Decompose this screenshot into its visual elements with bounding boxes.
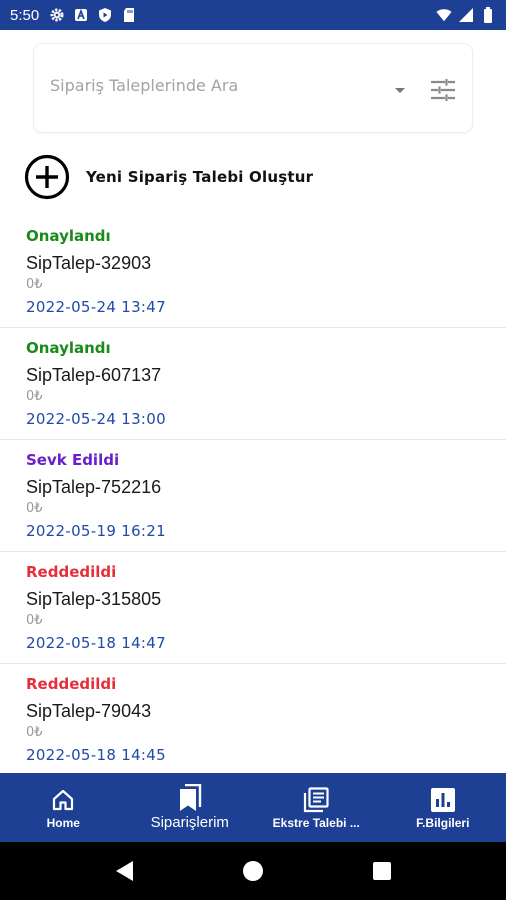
list-item[interactable]: Reddedildi SipTalep-79043 0₺ 2022-05-18 … — [0, 664, 506, 776]
system-navigation-bar — [0, 842, 506, 900]
search-card — [34, 44, 472, 132]
order-date: 2022-05-19 16:21 — [26, 522, 166, 540]
nav-item-company-info[interactable]: F.Bilgileri — [380, 773, 506, 842]
bottom-navigation: Home Siparişlerim Ekstre Talebi ... F.Bi… — [0, 773, 506, 842]
filter-sliders-icon[interactable] — [430, 77, 456, 103]
order-name: SipTalep-607137 — [26, 365, 162, 385]
order-date: 2022-05-18 14:45 — [26, 746, 166, 764]
order-status: Onaylandı — [26, 227, 111, 245]
recents-square-icon[interactable] — [367, 856, 397, 886]
back-icon[interactable] — [109, 856, 139, 886]
shield-play-icon — [97, 7, 113, 23]
signal-icon — [458, 7, 474, 23]
list-item[interactable]: Reddedildi SipTalep-315805 0₺ 2022-05-18… — [0, 552, 506, 664]
sd-card-icon — [121, 7, 137, 23]
order-name: SipTalep-79043 — [26, 701, 152, 721]
order-date: 2022-05-24 13:47 — [26, 298, 166, 316]
status-time: 5:50 — [10, 6, 40, 24]
order-amount: 0₺ — [26, 725, 43, 740]
new-order-request-label: Yeni Sipariş Talebi Oluştur — [86, 168, 314, 186]
add-circle-icon — [24, 154, 70, 200]
order-name: SipTalep-752216 — [26, 477, 162, 497]
nav-label-orders: Siparişlerim — [150, 814, 229, 831]
nav-label-statement-request: Ekstre Talebi ... — [272, 815, 360, 830]
nav-item-home[interactable]: Home — [0, 773, 127, 842]
nav-label-home: Home — [46, 815, 80, 830]
battery-icon — [480, 7, 496, 23]
order-date: 2022-05-18 14:47 — [26, 634, 166, 652]
dropdown-arrow-icon[interactable] — [388, 79, 412, 103]
home-icon — [49, 786, 77, 814]
list-item[interactable]: Onaylandı SipTalep-607137 0₺ 2022-05-24 … — [0, 328, 506, 440]
order-date: 2022-05-24 13:00 — [26, 410, 166, 428]
order-name: SipTalep-315805 — [26, 589, 162, 609]
order-status: Onaylandı — [26, 339, 111, 357]
nav-label-company-info: F.Bilgileri — [416, 815, 470, 830]
order-amount: 0₺ — [26, 613, 43, 628]
status-bar: 5:50 — [0, 0, 506, 30]
wifi-icon — [436, 7, 452, 23]
order-name: SipTalep-32903 — [26, 253, 152, 273]
order-request-list: Onaylandı SipTalep-32903 0₺ 2022-05-24 1… — [0, 216, 506, 776]
nav-item-orders[interactable]: Siparişlerim — [127, 773, 254, 842]
order-amount: 0₺ — [26, 277, 43, 292]
new-order-request-button[interactable]: Yeni Sipariş Talebi Oluştur — [24, 154, 313, 200]
search-input[interactable] — [50, 65, 388, 105]
bar-chart-icon — [429, 786, 457, 814]
document-list-icon — [302, 786, 330, 814]
home-circle-icon[interactable] — [238, 856, 268, 886]
notification-a-icon — [73, 7, 89, 23]
list-item[interactable]: Sevk Edildi SipTalep-752216 0₺ 2022-05-1… — [0, 440, 506, 552]
order-status: Sevk Edildi — [26, 451, 120, 469]
order-amount: 0₺ — [26, 501, 43, 516]
nav-item-statement-request[interactable]: Ekstre Talebi ... — [253, 773, 380, 842]
bookmark-icon — [176, 784, 204, 812]
list-item[interactable]: Onaylandı SipTalep-32903 0₺ 2022-05-24 1… — [0, 216, 506, 328]
order-status: Reddedildi — [26, 675, 117, 693]
order-amount: 0₺ — [26, 389, 43, 404]
settings-icon — [49, 7, 65, 23]
order-status: Reddedildi — [26, 563, 117, 581]
